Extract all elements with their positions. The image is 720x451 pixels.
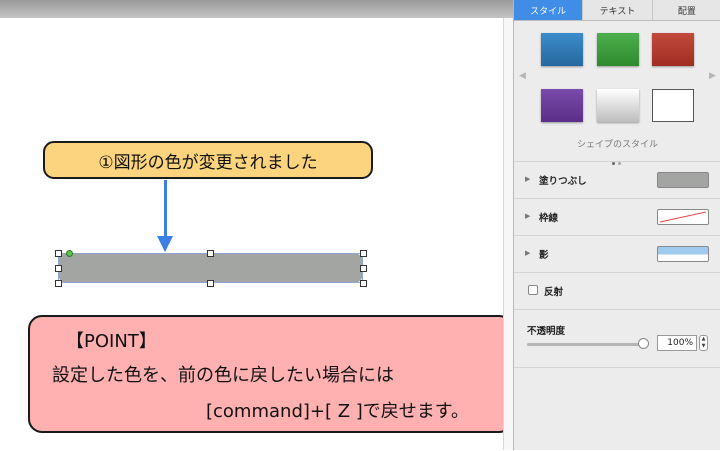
point-title: 【POINT】 (66, 331, 157, 352)
opacity-slider-track[interactable] (527, 343, 645, 346)
style-caption: シェイプのスタイル (576, 140, 658, 150)
style-swatch-purple[interactable] (541, 89, 583, 122)
border-label: 枠線 (539, 213, 559, 224)
canvas-scrollbar[interactable] (503, 18, 513, 450)
resize-handle-bottom-left[interactable] (55, 280, 62, 287)
instruction-callout: ①図形の色が変更されました (43, 141, 373, 179)
disclosure-triangle-icon[interactable]: ▶ (525, 175, 530, 183)
tab-style[interactable]: スタイル (514, 0, 584, 20)
tab-arrange[interactable]: 配置 (653, 0, 720, 20)
corner-radius-handle[interactable] (66, 250, 73, 257)
border-preview[interactable] (657, 209, 709, 225)
format-inspector: スタイル テキスト 配置 ◀ ▶ シェイプのスタイル ▶ 塗りつぶし ▶ 枠線 … (513, 0, 720, 450)
fill-color-preview[interactable] (657, 172, 709, 188)
point-note-box: 【POINT】 設定した色を、前の色に戻したい場合には [command]+[ … (28, 315, 513, 433)
resize-handle-left[interactable] (55, 265, 62, 272)
resize-handle-bottom-right[interactable] (360, 280, 367, 287)
style-swatch-gray-gradient[interactable] (597, 89, 639, 122)
opacity-stepper[interactable]: ▲ ▼ (699, 335, 708, 351)
style-swatch-blue[interactable] (541, 33, 583, 66)
point-text-line1: 設定した色を、前の色に戻したい場合には (52, 365, 394, 386)
fill-row[interactable]: ▶ 塗りつぶし (514, 161, 720, 198)
arrow-head-icon (157, 236, 173, 252)
chevron-right-icon[interactable]: ▶ (709, 71, 716, 81)
resize-handle-top-left[interactable] (55, 250, 62, 257)
resize-handle-top-right[interactable] (360, 250, 367, 257)
opacity-label: 不透明度 (527, 326, 566, 337)
opacity-input[interactable]: 100% (657, 335, 697, 351)
slide-canvas[interactable]: ①図形の色が変更されました 【POINT】 設定した色を、前の色に戻したい場合に… (0, 0, 513, 450)
tab-text[interactable]: テキスト (583, 0, 653, 20)
border-row[interactable]: ▶ 枠線 (514, 198, 720, 235)
style-swatch-green[interactable] (597, 33, 639, 66)
disclosure-triangle-icon[interactable]: ▶ (525, 249, 530, 257)
reflection-row[interactable]: 反射 (514, 272, 720, 309)
callout-text: ①図形の色が変更されました (98, 152, 318, 173)
inspector-empty-area (514, 367, 720, 451)
disclosure-triangle-icon[interactable]: ▶ (525, 212, 530, 220)
inspector-tabs: スタイル テキスト 配置 (514, 0, 720, 21)
reflection-label: 反射 (544, 287, 564, 298)
shadow-label: 影 (539, 250, 549, 261)
shadow-row[interactable]: ▶ 影 (514, 235, 720, 272)
resize-handle-bottom[interactable] (207, 280, 214, 287)
toolbar-strip (0, 0, 513, 18)
shadow-preview[interactable] (657, 246, 709, 262)
chevron-left-icon[interactable]: ◀ (519, 71, 526, 81)
selection-outline (58, 253, 363, 283)
style-swatch-red[interactable] (652, 33, 694, 66)
resize-handle-top[interactable] (207, 250, 214, 257)
shape-style-gallery: ◀ ▶ シェイプのスタイル (514, 21, 720, 165)
point-text-line2: [command]+[ Z ]で戻せます。 (206, 401, 469, 422)
opacity-slider-knob[interactable] (638, 338, 649, 349)
resize-handle-right[interactable] (360, 265, 367, 272)
style-swatch-white[interactable] (652, 89, 694, 122)
reflection-checkbox[interactable] (528, 285, 538, 295)
down-arrow-icon (164, 180, 167, 237)
fill-label: 塗りつぶし (539, 176, 587, 187)
